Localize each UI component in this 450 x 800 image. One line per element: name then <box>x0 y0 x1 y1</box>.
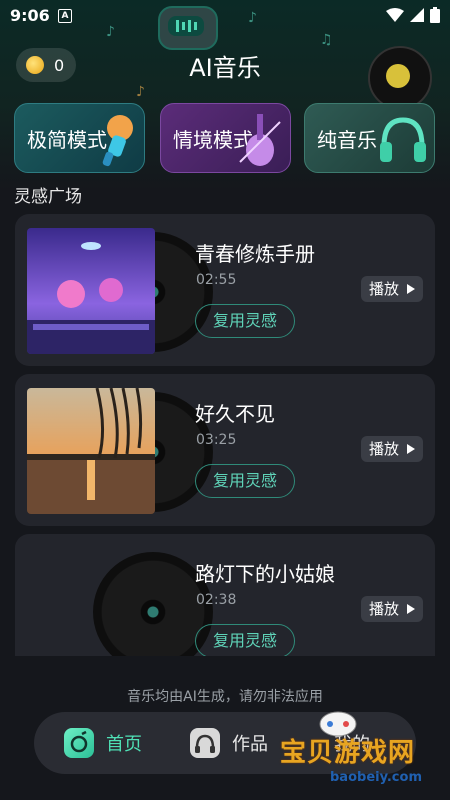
headphones-icon <box>380 117 426 162</box>
play-label: 播放 <box>369 440 400 458</box>
minimal-mode-button[interactable]: 极简模式 <box>14 103 145 173</box>
music-note-icon: ♪ <box>106 24 115 40</box>
play-button[interactable]: 播放 <box>361 596 423 622</box>
song-title: 好久不见 <box>195 402 275 426</box>
inspiration-list[interactable]: 青春修炼手册 02:55 复用灵感 播放 好久不见 03:25 复用灵感 播放 <box>0 210 450 656</box>
song-title: 路灯下的小姑娘 <box>195 562 335 586</box>
play-button[interactable]: 播放 <box>361 276 423 302</box>
list-item[interactable]: 青春修炼手册 02:55 复用灵感 播放 <box>15 214 435 366</box>
music-note-icon: ♪ <box>136 84 145 100</box>
song-duration: 03:25 <box>196 432 237 448</box>
context-mode-button[interactable]: 情境模式 <box>160 103 291 173</box>
cover-image-sunset <box>27 388 155 514</box>
battery-icon <box>430 7 440 23</box>
play-icon <box>407 604 415 614</box>
music-note-icon <box>64 728 94 758</box>
play-icon <box>407 284 415 294</box>
nav-item-home[interactable]: 首页 <box>64 724 142 762</box>
microphone-icon <box>102 115 133 167</box>
mode-label: 纯音乐 <box>317 127 377 152</box>
music-note-icon: ♫ <box>320 32 333 48</box>
cover-image-stage <box>27 228 155 354</box>
list-item[interactable]: 好久不见 03:25 复用灵感 播放 <box>15 374 435 526</box>
play-button[interactable]: 播放 <box>361 436 423 462</box>
notification-a-icon: A <box>58 9 72 23</box>
song-artwork <box>27 548 213 656</box>
song-duration: 02:55 <box>196 272 237 288</box>
reuse-inspiration-button[interactable]: 复用灵感 <box>195 464 295 498</box>
page-title: AI音乐 <box>189 54 261 82</box>
list-item[interactable]: 路灯下的小姑娘 02:38 复用灵感 播放 <box>15 534 435 656</box>
play-label: 播放 <box>369 280 400 298</box>
wifi-icon <box>386 8 404 22</box>
nav-label-works: 作品 <box>232 734 268 755</box>
robot-decoration-icon <box>158 6 218 50</box>
status-icons <box>386 7 440 23</box>
status-bar: 9:06 A <box>0 0 450 32</box>
signal-icon <box>410 8 424 22</box>
play-label: 播放 <box>369 600 400 618</box>
song-title: 青春修炼手册 <box>195 242 315 266</box>
reuse-inspiration-button[interactable]: 复用灵感 <box>195 624 295 656</box>
violin-icon <box>239 114 281 166</box>
nav-label-home: 首页 <box>106 734 142 755</box>
section-title: 灵感广场 <box>14 187 82 207</box>
pure-music-button[interactable]: 纯音乐 <box>304 103 435 173</box>
status-time: 9:06 <box>10 6 50 25</box>
nav-item-works[interactable]: 作品 <box>190 724 268 762</box>
watermark-text: 宝贝游戏网 <box>280 738 416 768</box>
reuse-inspiration-button[interactable]: 复用灵感 <box>195 304 295 338</box>
song-artwork <box>27 228 213 354</box>
song-duration: 02:38 <box>196 592 237 608</box>
music-note-icon: ♪ <box>248 10 257 26</box>
site-watermark: 宝贝游戏网 baobeiy.com <box>268 706 438 792</box>
watermark-url: baobeiy.com <box>330 770 422 785</box>
song-artwork <box>27 388 213 514</box>
headphones-icon <box>190 728 220 758</box>
play-icon <box>407 444 415 454</box>
ai-disclaimer: 音乐均由AI生成，请勿非法应用 <box>127 689 323 705</box>
